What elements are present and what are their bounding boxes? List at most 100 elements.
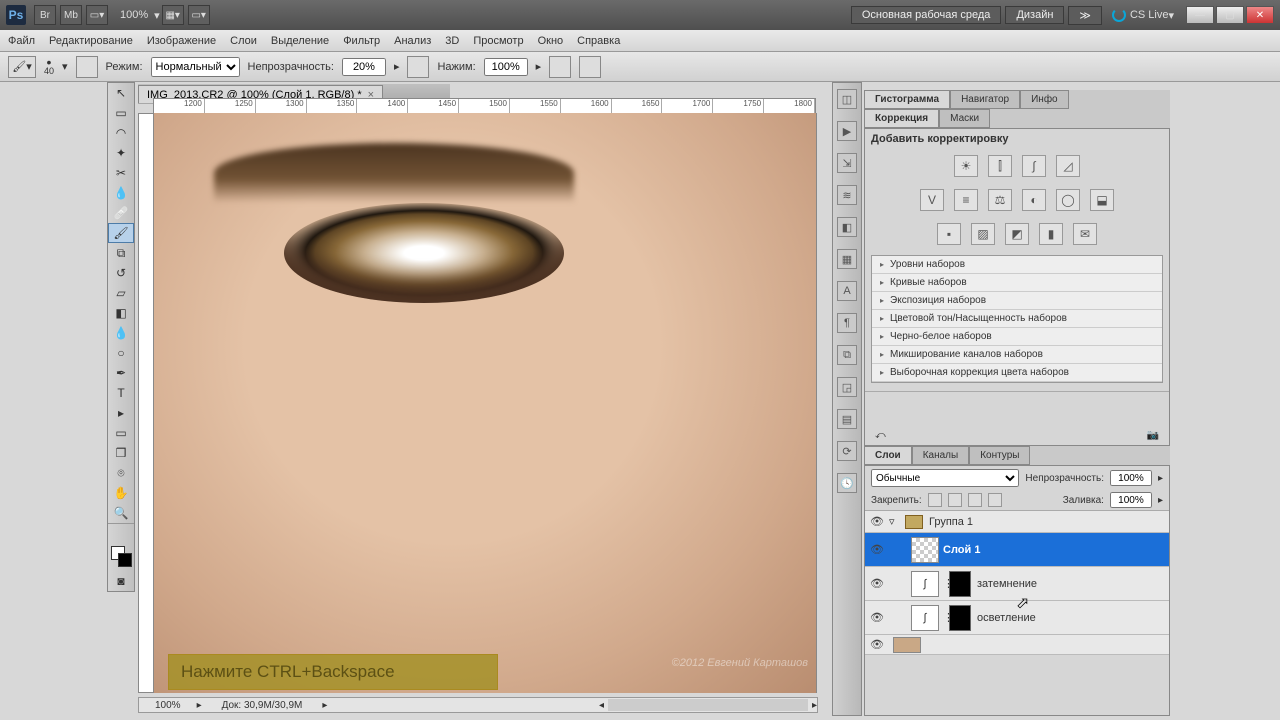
curves-icon[interactable]: ∫ bbox=[1022, 155, 1046, 177]
type-tool[interactable]: T bbox=[108, 383, 134, 403]
layer-blendmode[interactable]: Обычные bbox=[871, 469, 1019, 487]
tab-layers[interactable]: Слои bbox=[864, 446, 912, 465]
preset-levels[interactable]: Уровни наборов bbox=[872, 256, 1162, 274]
layer-layer1[interactable]: 👁 Слой 1 bbox=[865, 533, 1169, 567]
tab-channels[interactable]: Каналы bbox=[912, 446, 970, 465]
clone-icon[interactable]: ⧉ bbox=[837, 345, 857, 365]
layer-opacity-input[interactable] bbox=[1110, 470, 1152, 486]
dodge-tool[interactable]: ○ bbox=[108, 343, 134, 363]
preset-curves[interactable]: Кривые наборов bbox=[872, 274, 1162, 292]
tab-info[interactable]: Инфо bbox=[1020, 90, 1069, 109]
visibility-icon[interactable]: 👁 bbox=[865, 577, 889, 590]
info-panel-icon[interactable]: ◲ bbox=[837, 377, 857, 397]
selective-color-icon[interactable]: ✉ bbox=[1073, 223, 1097, 245]
lock-pixels-icon[interactable] bbox=[948, 493, 962, 507]
minimize-button[interactable]: — bbox=[1186, 6, 1214, 24]
threshold-icon[interactable]: ◩ bbox=[1005, 223, 1029, 245]
posterize-icon[interactable]: ▨ bbox=[971, 223, 995, 245]
move-tool[interactable]: ↖ bbox=[108, 83, 134, 103]
pressure-size-icon[interactable] bbox=[579, 56, 601, 78]
zoom-tool[interactable]: 🔍 bbox=[108, 503, 134, 523]
layer-group-1[interactable]: 👁 ▿ Группа 1 bbox=[865, 511, 1169, 533]
airbrush-icon[interactable] bbox=[549, 56, 571, 78]
play-icon[interactable]: ▶ bbox=[837, 121, 857, 141]
channel-mixer-icon[interactable]: ⬓ bbox=[1090, 189, 1114, 211]
cs-live[interactable]: CS Live ▾ bbox=[1112, 8, 1174, 22]
visibility-icon[interactable]: 👁 bbox=[865, 543, 889, 556]
quick-select-tool[interactable]: ✦ bbox=[108, 143, 134, 163]
menu-analysis[interactable]: Анализ bbox=[394, 35, 431, 47]
menu-window[interactable]: Окно bbox=[538, 35, 564, 47]
tab-adjustments[interactable]: Коррекция bbox=[864, 109, 939, 128]
minibridge-icon[interactable]: Mb bbox=[60, 5, 82, 25]
bridge-icon[interactable]: Br bbox=[34, 5, 56, 25]
preset-selective[interactable]: Выборочная коррекция цвета наборов bbox=[872, 364, 1162, 382]
hue-icon[interactable]: ≡ bbox=[954, 189, 978, 211]
close-button[interactable]: ✕ bbox=[1246, 6, 1274, 24]
pressure-opacity-icon[interactable] bbox=[407, 56, 429, 78]
3d-camera-tool[interactable]: ⌾ bbox=[108, 463, 134, 483]
screen-icon[interactable]: ▭▾ bbox=[188, 5, 210, 25]
background-color[interactable] bbox=[118, 553, 132, 567]
actions-icon[interactable]: ⇲ bbox=[837, 153, 857, 173]
history-brush-tool[interactable]: ↺ bbox=[108, 263, 134, 283]
character-icon[interactable]: A bbox=[837, 281, 857, 301]
stamp-tool[interactable]: ⧉ bbox=[108, 243, 134, 263]
histogram-icon[interactable]: ◫ bbox=[837, 89, 857, 109]
color-swatches[interactable] bbox=[108, 543, 134, 571]
menu-filter[interactable]: Фильтр bbox=[343, 35, 380, 47]
crop-tool[interactable]: ✂ bbox=[108, 163, 134, 183]
path-select-tool[interactable]: ▸ bbox=[108, 403, 134, 423]
lock-all-icon[interactable] bbox=[988, 493, 1002, 507]
menu-select[interactable]: Выделение bbox=[271, 35, 329, 47]
menu-edit[interactable]: Редактирование bbox=[49, 35, 133, 47]
gradient-tool[interactable]: ◧ bbox=[108, 303, 134, 323]
brush-tool[interactable]: 🖌 bbox=[108, 223, 134, 243]
bw-icon[interactable]: ◐ bbox=[1022, 189, 1046, 211]
blur-tool[interactable]: 💧 bbox=[108, 323, 134, 343]
canvas[interactable]: ©2012 Евгений Карташов bbox=[154, 113, 817, 693]
shape-tool[interactable]: ▭ bbox=[108, 423, 134, 443]
adjust-cam-icon[interactable]: 📷 bbox=[1147, 430, 1159, 441]
lock-position-icon[interactable] bbox=[968, 493, 982, 507]
visibility-icon[interactable]: 👁 bbox=[865, 515, 889, 528]
paragraph-icon[interactable]: ¶ bbox=[837, 313, 857, 333]
brush-panel-icon[interactable] bbox=[76, 56, 98, 78]
brush-size-value[interactable]: 40 bbox=[44, 67, 54, 76]
healing-tool[interactable]: 🩹 bbox=[108, 203, 134, 223]
eraser-tool[interactable]: ▱ bbox=[108, 283, 134, 303]
menu-layer[interactable]: Слои bbox=[230, 35, 257, 47]
scroll-left-icon[interactable]: ◂ bbox=[599, 700, 604, 711]
menu-3d[interactable]: 3D bbox=[445, 35, 459, 47]
status-zoom[interactable]: 100% bbox=[139, 700, 197, 711]
brush-tool-icon[interactable]: 🖌▾ bbox=[8, 56, 36, 78]
workspace-essentials[interactable]: Основная рабочая среда bbox=[851, 6, 1002, 24]
clock-icon[interactable]: 🕓 bbox=[837, 473, 857, 493]
visibility-icon[interactable]: 👁 bbox=[865, 638, 889, 651]
menu-file[interactable]: Файл bbox=[8, 35, 35, 47]
vibrance-icon[interactable]: V bbox=[920, 189, 944, 211]
lasso-tool[interactable]: ◠ bbox=[108, 123, 134, 143]
tab-paths[interactable]: Контуры bbox=[969, 446, 1030, 465]
brushes-panel-icon[interactable]: ▦ bbox=[837, 249, 857, 269]
preset-exposure[interactable]: Экспозиция наборов bbox=[872, 292, 1162, 310]
swatches-icon[interactable]: ≋ bbox=[837, 185, 857, 205]
adjust-rot-icon[interactable]: ⟳ bbox=[837, 441, 857, 461]
3d-tool[interactable]: ❒ bbox=[108, 443, 134, 463]
photo-filter-icon[interactable]: ◯ bbox=[1056, 189, 1080, 211]
invert-icon[interactable]: ▪ bbox=[937, 223, 961, 245]
layer-darken[interactable]: 👁 ∫ ⋮ затемнение bbox=[865, 567, 1169, 601]
tab-masks[interactable]: Маски bbox=[939, 109, 990, 128]
preset-bw[interactable]: Черно-белое наборов bbox=[872, 328, 1162, 346]
eyedropper-tool[interactable]: 💧 bbox=[108, 183, 134, 203]
levels-icon[interactable]: ⫿ bbox=[988, 155, 1012, 177]
brightness-icon[interactable]: ☀ bbox=[954, 155, 978, 177]
adjust-return-icon[interactable]: ⤺ bbox=[875, 430, 886, 441]
balance-icon[interactable]: ⚖ bbox=[988, 189, 1012, 211]
screen-mode-icon[interactable]: ▭▾ bbox=[86, 5, 108, 25]
fill-input[interactable] bbox=[1110, 492, 1152, 508]
scroll-right-icon[interactable]: ▸ bbox=[812, 700, 817, 711]
exposure-icon[interactable]: ◿ bbox=[1056, 155, 1080, 177]
zoom-level[interactable]: 100% bbox=[114, 9, 154, 21]
preset-list[interactable]: Уровни наборов Кривые наборов Экспозиция… bbox=[871, 255, 1163, 383]
